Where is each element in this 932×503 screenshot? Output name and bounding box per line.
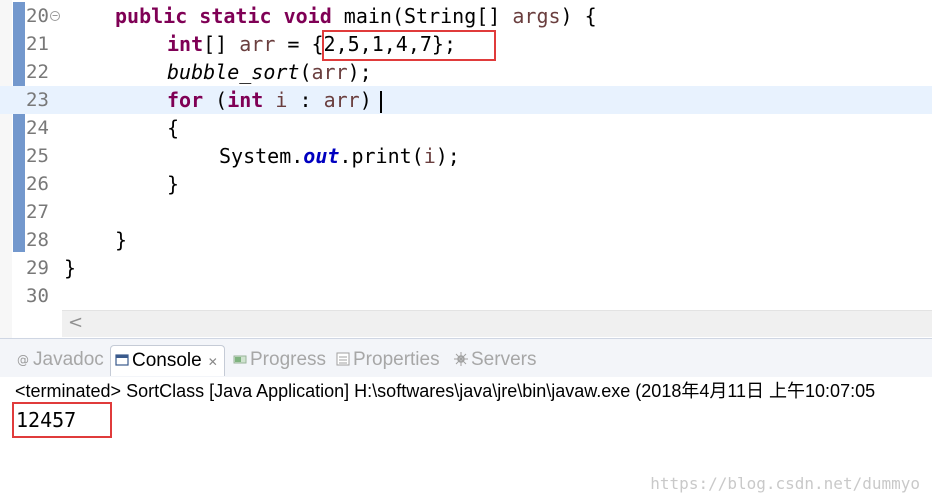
code-line-23-current[interactable]: 23 for (int i : arr) [0,86,932,114]
highlight-box-output [12,402,112,438]
tab-properties[interactable]: Properties [336,345,440,375]
code-token: = [275,32,312,56]
code-line-29[interactable]: 29 } [0,254,932,282]
code-text: for (int i : arr) [167,86,382,114]
code-line-20[interactable]: 20 − public static void main(String[] ar… [0,2,932,30]
code-text: } [64,256,77,280]
view-tab-bar: @ Javadoc Console ✕ Progress Properties S… [0,339,932,377]
line-number: 21 [26,33,49,55]
line-number: 20 [26,5,49,27]
text-caret [379,90,382,113]
code-token: ); [347,60,372,84]
variable: arr [311,60,348,84]
tab-progress[interactable]: Progress [233,345,326,375]
variable: arr [239,32,276,56]
code-text: System.out.print(i); [219,142,460,170]
variable: i [263,88,288,112]
line-number: 30 [26,285,49,307]
code-line-28[interactable]: 28 } [0,226,932,254]
code-line-24[interactable]: 24 { [0,114,932,142]
scroll-left-icon[interactable]: < [68,312,83,333]
servers-icon [454,346,468,366]
code-text: bubble_sort(arr); [167,58,372,86]
keyword: int [167,32,204,56]
code-token: .print( [339,144,424,168]
line-number: 27 [26,201,49,223]
code-text: } [167,172,180,196]
tab-label: Javadoc [33,349,104,370]
keyword: int [227,88,264,112]
tab-label: Servers [471,349,537,370]
code-token: : [287,88,324,112]
watermark: https://blog.csdn.net/dummyo [650,474,920,493]
code-line-27[interactable]: 27 [0,198,932,226]
properties-icon [336,346,350,366]
code-token: ); [435,144,460,168]
line-number: 23 [26,89,49,111]
console-panel: @ Javadoc Console ✕ Progress Properties S… [0,338,932,503]
tab-label: Console [132,350,202,371]
line-number: 25 [26,145,49,167]
line-number: 24 [26,117,49,139]
keyword: public static void [115,4,332,28]
code-token: main(String[] [331,4,513,28]
close-icon[interactable]: ✕ [208,355,218,369]
static-field: out [303,144,340,168]
code-token: ( [203,88,228,112]
line-number: 29 [26,257,49,279]
code-token: ) { [560,4,597,28]
variable: i [423,144,436,168]
code-text: } [115,228,128,252]
keyword: for [167,88,204,112]
svg-text:@: @ [17,353,29,366]
code-text: { [167,116,180,140]
horizontal-scrollbar[interactable]: < [62,310,932,337]
code-line-30[interactable]: 30 [0,282,932,310]
tab-label: Properties [353,349,440,370]
console-icon [115,347,129,366]
tab-servers[interactable]: Servers [454,345,536,375]
fold-collapse-icon[interactable]: − [50,11,60,21]
code-editor[interactable]: 20 − public static void main(String[] ar… [0,0,932,338]
code-text: public static void main(String[] args) { [115,2,597,30]
code-token: System. [219,144,304,168]
tab-javadoc[interactable]: @ Javadoc [16,345,104,375]
progress-icon [233,346,247,364]
highlight-box-array [322,30,496,61]
code-token: ) [359,88,372,112]
tab-label: Progress [250,349,327,370]
code-token: ( [299,60,312,84]
tab-console[interactable]: Console ✕ [110,345,225,376]
method-call: bubble_sort [167,60,300,84]
line-number: 22 [26,61,49,83]
variable: args [512,4,561,28]
line-number: 28 [26,229,49,251]
variable: arr [323,88,360,112]
code-line-26[interactable]: 26 } [0,170,932,198]
at-icon: @ [16,346,30,367]
code-token: [] [203,32,240,56]
code-line-25[interactable]: 25 System.out.print(i); [0,142,932,170]
code-line-22[interactable]: 22 bubble_sort(arr); [0,58,932,86]
line-number: 26 [26,173,49,195]
console-status-line: <terminated> SortClass [Java Application… [15,381,876,401]
